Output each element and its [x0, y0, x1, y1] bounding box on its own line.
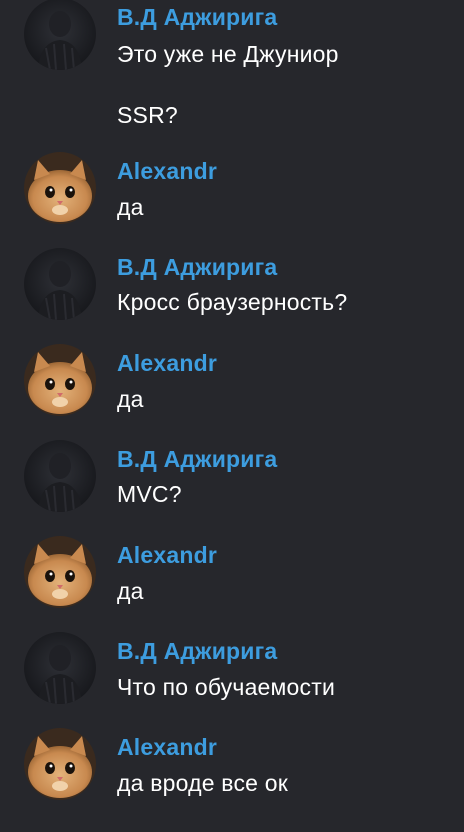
avatar[interactable] — [24, 536, 96, 608]
cat-icon — [24, 152, 96, 224]
cat-icon — [24, 536, 96, 608]
message-text: SSR? — [117, 102, 178, 128]
message-text: Что по обучаемости — [117, 674, 336, 700]
message-author[interactable]: Alexandr — [117, 542, 217, 569]
avatar[interactable] — [24, 152, 96, 224]
message-text: Это уже не Джуниор — [117, 41, 339, 67]
dark-figure-icon — [24, 440, 96, 512]
message-author[interactable]: В.Д Аджирига — [117, 4, 277, 31]
cat-icon — [24, 728, 96, 800]
avatar[interactable] — [24, 728, 96, 800]
message-text: да вроде все ок — [117, 770, 288, 796]
dark-figure-icon — [24, 0, 96, 70]
message-text: да — [117, 386, 144, 412]
message-author[interactable]: Alexandr — [117, 350, 217, 377]
dark-figure-icon — [24, 248, 96, 320]
avatar[interactable] — [24, 0, 96, 70]
message-text: да — [117, 578, 144, 604]
avatar[interactable] — [24, 440, 96, 512]
message-text: да — [117, 194, 144, 220]
message-author[interactable]: В.Д Аджирига — [117, 446, 277, 473]
message-text: Кросс браузерность? — [117, 289, 348, 315]
cat-icon — [24, 344, 96, 416]
message-author[interactable]: В.Д Аджирига — [117, 254, 277, 281]
message-author[interactable]: Alexandr — [117, 734, 217, 761]
chat-message-list: В.Д Аджирига Это уже не Джуниор SSR? Ale… — [0, 0, 464, 832]
avatar[interactable] — [24, 632, 96, 704]
message-author[interactable]: Alexandr — [117, 158, 217, 185]
message-author[interactable]: В.Д Аджирига — [117, 638, 277, 665]
avatar[interactable] — [24, 248, 96, 320]
avatar[interactable] — [24, 344, 96, 416]
dark-figure-icon — [24, 632, 96, 704]
message-text: MVC? — [117, 481, 182, 507]
